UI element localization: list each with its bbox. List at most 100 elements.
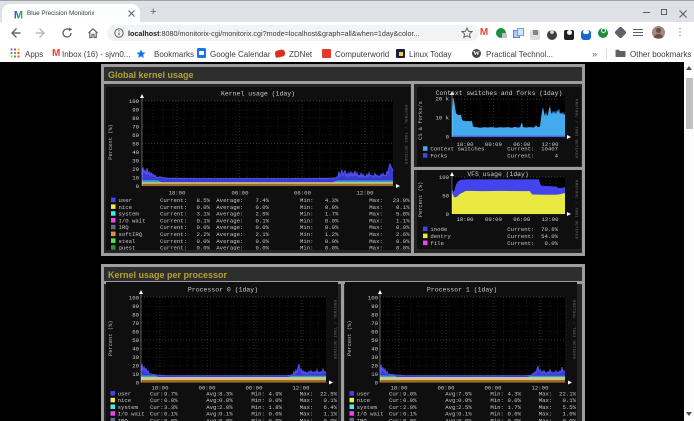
svg-text:IRQ: IRQ bbox=[118, 417, 129, 421]
svg-text:Average:: Average: bbox=[216, 245, 243, 250]
svg-text:Min:: Min: bbox=[251, 417, 265, 421]
svg-text:100: 100 bbox=[439, 174, 450, 181]
svg-text:80: 80 bbox=[132, 115, 139, 122]
svg-text:RRDTOOL / TOBI OETIKER: RRDTOOL / TOBI OETIKER bbox=[332, 300, 337, 360]
svg-text:12:00: 12:00 bbox=[357, 190, 375, 197]
svg-text:50: 50 bbox=[132, 337, 139, 344]
svg-text:0: 0 bbox=[136, 380, 140, 387]
svg-text:30: 30 bbox=[132, 158, 139, 165]
svg-text:M: M bbox=[14, 10, 23, 21]
svg-text:0.0%: 0.0% bbox=[396, 245, 410, 250]
svg-text:0.0%: 0.0% bbox=[562, 417, 576, 421]
svg-text:Kernel usage (1day): Kernel usage (1day) bbox=[221, 91, 295, 98]
svg-text:Context switches and forks (1: Context switches and forks (1day) bbox=[436, 90, 563, 97]
svg-text:0.0%: 0.0% bbox=[196, 245, 210, 250]
svg-text:Avg:: Avg: bbox=[445, 417, 459, 421]
svg-text:10 k: 10 k bbox=[435, 115, 449, 122]
svg-text:60: 60 bbox=[132, 132, 139, 139]
svg-text:0.0%: 0.0% bbox=[268, 417, 282, 421]
svg-text:Current:: Current: bbox=[507, 233, 534, 240]
svg-text:VFS usage (1day): VFS usage (1day) bbox=[467, 171, 528, 178]
svg-text:RRDTOOL / TOBI OETIKER: RRDTOOL / TOBI OETIKER bbox=[571, 300, 576, 360]
svg-text:Percent (%): Percent (%) bbox=[108, 320, 114, 356]
svg-text:18:00: 18:00 bbox=[457, 216, 475, 223]
svg-text:90: 90 bbox=[371, 303, 378, 310]
svg-text:Cur:: Cur: bbox=[150, 417, 164, 421]
svg-text:0.0%: 0.0% bbox=[507, 417, 521, 421]
svg-text:Min:: Min: bbox=[300, 245, 314, 250]
svg-text:10: 10 bbox=[132, 371, 139, 378]
svg-text:Min:: Min: bbox=[490, 417, 504, 421]
svg-text:0: 0 bbox=[446, 134, 450, 141]
svg-text:Max:: Max: bbox=[300, 417, 314, 421]
svg-text:RRDTOOL / TOBI OETIKER: RRDTOOL / TOBI OETIKER bbox=[403, 105, 408, 165]
svg-text:80: 80 bbox=[371, 312, 378, 319]
svg-text:90: 90 bbox=[132, 303, 139, 310]
svg-text:00:00: 00:00 bbox=[485, 141, 503, 148]
svg-text:70.6%: 70.6% bbox=[541, 226, 559, 233]
svg-text:Current:: Current: bbox=[160, 245, 187, 250]
svg-text:50: 50 bbox=[442, 193, 449, 200]
svg-text:06:00: 06:00 bbox=[513, 216, 531, 223]
svg-text:0: 0 bbox=[136, 183, 140, 190]
svg-text:70: 70 bbox=[132, 320, 139, 327]
svg-text:100: 100 bbox=[129, 295, 140, 302]
svg-text:40: 40 bbox=[132, 346, 139, 353]
svg-text:IRQ: IRQ bbox=[357, 417, 368, 421]
svg-text:0.0%: 0.0% bbox=[544, 240, 558, 247]
svg-text:CS & forks/s: CS & forks/s bbox=[418, 101, 424, 140]
svg-text:18:00: 18:00 bbox=[169, 190, 187, 197]
svg-text:0.0%: 0.0% bbox=[458, 417, 472, 421]
svg-text:00:00: 00:00 bbox=[232, 190, 250, 197]
svg-text:0.0%: 0.0% bbox=[255, 245, 269, 250]
svg-text:Cur:: Cur: bbox=[389, 417, 403, 421]
svg-text:30: 30 bbox=[132, 354, 139, 361]
svg-text:60: 60 bbox=[132, 329, 139, 336]
svg-text:20 k: 20 k bbox=[435, 96, 449, 103]
svg-text:RRDTOOL / TOBI OETIKER: RRDTOOL / TOBI OETIKER bbox=[574, 180, 579, 240]
svg-text:4: 4 bbox=[555, 153, 559, 160]
svg-text:0: 0 bbox=[375, 380, 379, 387]
svg-text:0: 0 bbox=[446, 211, 450, 218]
svg-text:70: 70 bbox=[371, 320, 378, 327]
svg-text:Forks: Forks bbox=[430, 153, 447, 160]
svg-text:Max:: Max: bbox=[539, 417, 553, 421]
svg-text:Current:: Current: bbox=[507, 153, 534, 160]
svg-text:0.0%: 0.0% bbox=[325, 245, 339, 250]
svg-text:100: 100 bbox=[129, 98, 140, 105]
svg-text:20: 20 bbox=[132, 166, 139, 173]
svg-text:Percent (%): Percent (%) bbox=[418, 182, 424, 218]
svg-text:20: 20 bbox=[132, 363, 139, 370]
svg-text:00:00: 00:00 bbox=[485, 216, 503, 223]
svg-text:10: 10 bbox=[371, 371, 378, 378]
svg-text:0.0%: 0.0% bbox=[164, 417, 178, 421]
svg-text:12:00: 12:00 bbox=[542, 216, 560, 223]
svg-text:Processor 0 (1day): Processor 0 (1day) bbox=[188, 287, 258, 294]
svg-text:Percent (%): Percent (%) bbox=[347, 320, 353, 356]
svg-text:guest: guest bbox=[119, 245, 136, 250]
svg-text:Processor 1 (1day): Processor 1 (1day) bbox=[427, 287, 497, 294]
svg-text:80: 80 bbox=[132, 312, 139, 319]
svg-text:54.0%: 54.0% bbox=[541, 233, 559, 240]
svg-text:Current:: Current: bbox=[507, 226, 534, 233]
svg-text:0.0%: 0.0% bbox=[403, 417, 417, 421]
svg-text:90: 90 bbox=[132, 107, 139, 114]
svg-text:file: file bbox=[430, 240, 444, 247]
svg-text:50: 50 bbox=[371, 337, 378, 344]
svg-text:Avg:: Avg: bbox=[206, 417, 220, 421]
svg-text:0.0%: 0.0% bbox=[323, 417, 337, 421]
svg-text:60: 60 bbox=[371, 329, 378, 336]
svg-text:Percent (%): Percent (%) bbox=[108, 124, 114, 160]
svg-text:50: 50 bbox=[132, 141, 139, 148]
svg-text:40: 40 bbox=[371, 346, 378, 353]
svg-text:Max:: Max: bbox=[369, 245, 383, 250]
svg-text:inode: inode bbox=[430, 226, 448, 233]
svg-text:0.0%: 0.0% bbox=[219, 417, 233, 421]
svg-text:30: 30 bbox=[371, 354, 378, 361]
svg-text:dentry: dentry bbox=[430, 233, 451, 240]
svg-text:40: 40 bbox=[132, 149, 139, 156]
svg-text:06:00: 06:00 bbox=[294, 190, 312, 197]
svg-text:RRDTOOL / TOBI OETIKER: RRDTOOL / TOBI OETIKER bbox=[574, 99, 579, 159]
svg-text:10: 10 bbox=[132, 175, 139, 182]
svg-text:70: 70 bbox=[132, 124, 139, 131]
